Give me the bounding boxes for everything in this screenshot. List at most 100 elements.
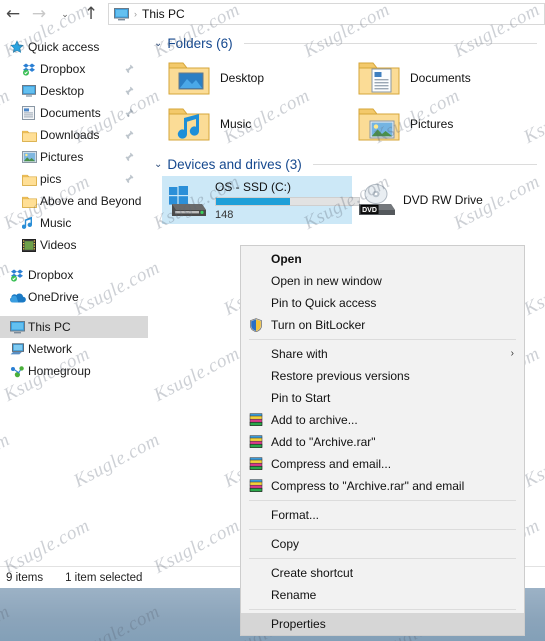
drive-name: DVD RW Drive: [403, 193, 483, 207]
sidebar-item-label: Pictures: [40, 150, 84, 164]
folder-icon: [22, 173, 40, 186]
menu-item-restore-previous-versions[interactable]: Restore previous versions: [241, 365, 524, 387]
recent-locations-button[interactable]: ⌄: [52, 1, 78, 27]
menu-item-open[interactable]: Open: [241, 248, 524, 270]
sidebar-item-label: Documents: [40, 106, 101, 120]
menu-item-compress-and-email[interactable]: Compress and email...: [241, 453, 524, 475]
chevron-down-icon[interactable]: ⌄: [154, 159, 162, 170]
winrar-icon: [249, 457, 271, 471]
menu-item-label: Add to "Archive.rar": [271, 435, 376, 449]
breadcrumb-this-pc[interactable]: This PC: [142, 7, 185, 21]
menu-item-pin-to-start[interactable]: Pin to Start: [241, 387, 524, 409]
sidebar-item-quick-access[interactable]: Quick access: [0, 36, 148, 58]
sidebar-item-label: Homegroup: [28, 364, 91, 378]
star-icon: [10, 40, 28, 54]
folder-tile[interactable]: Pictures: [352, 101, 542, 147]
menu-item-compress-to-archive-rar-and-email[interactable]: Compress to "Archive.rar" and email: [241, 475, 524, 497]
menu-item-properties[interactable]: Properties: [241, 613, 524, 635]
sidebar-item-dropbox[interactable]: Dropbox: [0, 58, 148, 80]
drive-tile[interactable]: DVD DVD RW Drive: [352, 176, 542, 224]
homegroup-icon: [10, 365, 28, 378]
desktop-icon: [22, 85, 40, 97]
group-divider: [312, 164, 537, 165]
menu-item-create-shortcut[interactable]: Create shortcut: [241, 562, 524, 584]
navigation-pane[interactable]: Quick access Dropbox Desktop Documents Downl…: [0, 30, 148, 588]
menu-item-pin-to-quick-access[interactable]: Pin to Quick access: [241, 292, 524, 314]
sidebar-item-this-pc[interactable]: This PC: [0, 316, 148, 338]
sidebar-item-above-and-beyond[interactable]: Above and Beyond: [0, 190, 148, 212]
sidebar-item-pics[interactable]: pics: [0, 168, 148, 190]
back-button[interactable]: ←: [0, 1, 26, 27]
videos-icon: [22, 238, 40, 252]
devices-group-header[interactable]: ⌄ Devices and drives (3): [148, 151, 545, 174]
pin-icon[interactable]: [124, 108, 134, 118]
folder-icon: [22, 129, 40, 142]
folder-tile-label: Desktop: [220, 71, 265, 85]
sidebar-item-label: Network: [28, 342, 73, 356]
menu-item-add-to-archive[interactable]: Add to archive...: [241, 409, 524, 431]
folder-tile[interactable]: Music: [162, 101, 352, 147]
menu-item-format[interactable]: Format...: [241, 504, 524, 526]
sidebar-item-network[interactable]: Network: [0, 338, 148, 360]
folder-icon: [22, 195, 40, 208]
music-note-icon: [22, 216, 40, 230]
sidebar-item-downloads[interactable]: Downloads: [0, 124, 148, 146]
shield-icon: [249, 318, 271, 332]
sidebar-item-label: pics: [40, 172, 62, 186]
menu-item-rename[interactable]: Rename: [241, 584, 524, 606]
folder-tile[interactable]: Desktop: [162, 55, 352, 101]
up-button[interactable]: ↑: [78, 1, 104, 27]
folder-tile-label: Music: [220, 117, 252, 131]
menu-item-add-to-archive-rar[interactable]: Add to "Archive.rar": [241, 431, 524, 453]
menu-item-label: Open in new window: [271, 274, 382, 288]
menu-item-label: Compress and email...: [271, 457, 392, 471]
menu-item-turn-on-bitlocker[interactable]: Turn on BitLocker: [241, 314, 524, 336]
folder-tile[interactable]: Documents: [352, 55, 542, 101]
menu-item-share-with[interactable]: Share with ›: [241, 343, 524, 365]
pin-icon[interactable]: [124, 64, 134, 74]
sidebar-item-label: Downloads: [40, 128, 100, 142]
sidebar-item-label: OneDrive: [28, 290, 79, 304]
folder-tile-label: Pictures: [410, 117, 454, 131]
context-menu[interactable]: Open Open in new window Pin to Quick acces…: [240, 245, 525, 636]
menu-item-open-in-new-window[interactable]: Open in new window: [241, 270, 524, 292]
winrar-icon: [249, 413, 271, 427]
sidebar-item-label: Music: [40, 216, 72, 230]
sidebar-item-pictures[interactable]: Pictures: [0, 146, 148, 168]
menu-item-copy[interactable]: Copy: [241, 533, 524, 555]
drive-usage-fill: [216, 197, 291, 205]
sidebar-item-music[interactable]: Music: [0, 212, 148, 234]
drive-free-space: 148: [215, 208, 234, 221]
sidebar-item-dropbox[interactable]: Dropbox: [0, 264, 148, 286]
pin-icon[interactable]: [124, 174, 134, 184]
sidebar-item-label: Desktop: [40, 84, 85, 98]
sidebar-item-videos[interactable]: Videos: [0, 234, 148, 256]
sidebar-item-onedrive[interactable]: OneDrive: [0, 286, 148, 308]
sidebar-item-documents[interactable]: Documents: [0, 102, 148, 124]
drive-tile[interactable]: OS - SSD (C:) 148: [162, 176, 360, 224]
sidebar-item-label: Dropbox: [28, 268, 74, 282]
sidebar-item-homegroup[interactable]: Homegroup: [0, 360, 148, 382]
folder-documents-icon: [356, 59, 402, 97]
winrar-icon: [249, 479, 271, 493]
pin-icon[interactable]: [124, 130, 134, 140]
arrow-up-icon: ↑: [83, 3, 99, 24]
menu-item-label: Properties: [271, 617, 326, 631]
chevron-down-icon[interactable]: ⌄: [154, 38, 162, 49]
address-bar[interactable]: › This PC: [108, 3, 545, 25]
pin-icon[interactable]: [124, 152, 134, 162]
sidebar-item-label: This PC: [28, 320, 71, 334]
menu-item-label: Create shortcut: [271, 566, 354, 580]
folder-pictures-icon: [356, 105, 402, 143]
documents-icon: [22, 106, 40, 120]
sidebar-item-desktop[interactable]: Desktop: [0, 80, 148, 102]
arrow-left-icon: ←: [5, 3, 21, 24]
pin-icon[interactable]: [124, 86, 134, 96]
folders-group-header[interactable]: ⌄ Folders (6): [148, 30, 545, 53]
folder-music-icon: [166, 105, 212, 143]
folder-desktop-icon: [166, 59, 212, 97]
onedrive-icon: [10, 292, 28, 303]
forward-button[interactable]: →: [26, 1, 52, 27]
